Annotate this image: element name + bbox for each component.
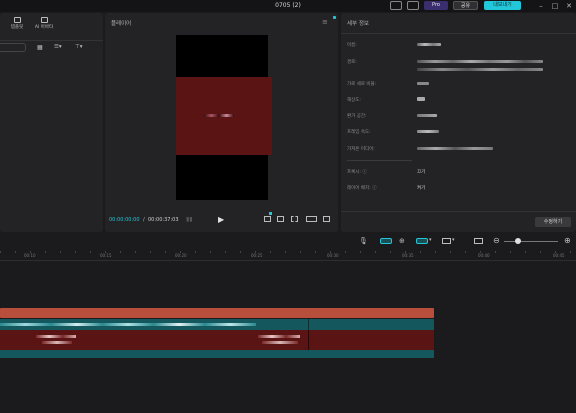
crop-icon[interactable]	[264, 216, 271, 222]
avatar-tool[interactable]: AI 아바타	[30, 17, 58, 30]
time-total: 00:00:37:03	[148, 217, 179, 223]
sort-icon[interactable]: ☰▾	[54, 44, 62, 50]
preview-quality-icon[interactable]	[277, 216, 284, 222]
ruler-tick: 00:10	[24, 253, 36, 258]
maximize-icon[interactable]: □	[548, 0, 562, 12]
detail-label: 이름:	[347, 43, 357, 48]
filter-icon[interactable]: ⊤▾	[75, 44, 83, 50]
ruler-tick: 00:40	[478, 253, 490, 258]
time-current: 00:00:00:00	[109, 217, 140, 223]
name-value	[417, 43, 441, 46]
details-title: 세부 정보	[347, 21, 369, 27]
template-tool[interactable]: 템플릿	[6, 17, 28, 30]
share-button[interactable]: 공유	[453, 1, 478, 10]
title-bar: 0705 (2) Pro 공유 내보내기 – □ ✕	[0, 0, 576, 12]
video-thumb-text-3	[258, 335, 300, 338]
orange-clip[interactable]	[0, 308, 434, 318]
ratio-icon[interactable]	[306, 216, 317, 222]
detail-label: 가로 세로 비율:	[347, 82, 377, 87]
fullscreen-crop-icon[interactable]	[291, 216, 298, 222]
imported-media-value	[417, 147, 493, 150]
video-frame	[176, 77, 272, 155]
caption-text	[0, 323, 256, 326]
zoom-out-icon[interactable]: ⊖	[493, 236, 500, 245]
player-title: 플레이어	[111, 21, 132, 27]
video-thumb-text	[36, 335, 76, 338]
video-caption	[204, 114, 234, 117]
colorspace-value	[417, 114, 437, 117]
caption-track[interactable]	[0, 319, 434, 330]
ruler-tick: 00:20	[175, 253, 187, 258]
video-thumb-text-2	[42, 341, 72, 344]
timeline-tracks	[0, 262, 576, 413]
magnet-icon[interactable]	[380, 238, 392, 244]
detail-label: 가져온 미디어:	[347, 147, 375, 152]
notification-dot	[333, 16, 336, 19]
crop-badge	[269, 212, 272, 215]
layer-value[interactable]: 켜기	[417, 185, 425, 191]
framerate-value	[417, 130, 439, 133]
divider	[347, 160, 412, 161]
detail-label: 경로:	[347, 60, 357, 65]
video-track-clip[interactable]	[0, 330, 434, 350]
detail-label: 해상도:	[347, 98, 361, 103]
path-value-2	[417, 68, 543, 71]
ruler-tick: 00:15	[100, 253, 112, 258]
proxy-label: 프록시: ⓘ	[347, 170, 367, 175]
minimize-icon[interactable]: –	[534, 0, 548, 12]
preview-axis-icon[interactable]	[442, 238, 451, 244]
snap-icon[interactable]	[416, 238, 428, 244]
details-panel: 세부 정보 이름: 경로: 가로 세로 비율: 해상도: 환가 공간: 프레임 …	[341, 13, 576, 232]
zoom-slider-handle[interactable]	[515, 238, 521, 244]
monitor-icon[interactable]	[474, 238, 483, 244]
proxy-value[interactable]: 끄기	[417, 169, 425, 175]
ratio-value	[417, 82, 429, 85]
detail-label: 프레임 속도:	[347, 130, 371, 135]
video-preview[interactable]	[176, 35, 272, 200]
layout-icon[interactable]	[390, 1, 402, 10]
edit-button[interactable]: 수정하기	[535, 217, 571, 227]
export-button[interactable]: 내보내기	[484, 1, 521, 10]
fullscreen-icon[interactable]	[323, 216, 330, 222]
video-thumb-text-4	[262, 341, 298, 344]
clip-split	[308, 330, 309, 350]
divider	[341, 211, 576, 212]
shortcut-icon[interactable]	[407, 1, 419, 10]
mic-icon[interactable]: 🎙	[359, 237, 368, 245]
divider	[341, 33, 576, 34]
ruler-tick: 00:35	[402, 253, 414, 258]
player-panel: 플레이어 ≡ 00:00:00:00 / 00:00:37:03 ▮▮ ▶	[105, 13, 338, 232]
pro-label: Pro	[432, 2, 440, 8]
close-icon[interactable]: ✕	[562, 0, 576, 12]
audio-track[interactable]	[0, 350, 434, 358]
resolution-value	[417, 97, 425, 101]
clip-split	[308, 319, 309, 330]
pro-button[interactable]: Pro	[424, 1, 448, 10]
ruler-tick: 00:25	[251, 253, 263, 258]
player-menu-icon[interactable]: ≡	[322, 18, 328, 26]
divider	[0, 40, 103, 41]
ruler-minor-ticks	[0, 251, 576, 253]
zoom-in-icon[interactable]: ⊕	[564, 236, 571, 245]
link-icon[interactable]: ⊕	[399, 237, 405, 245]
grid-view-icon[interactable]: ▦	[37, 44, 43, 51]
avatar-icon	[40, 17, 48, 23]
layer-label: 레이어 배치: ⓘ	[347, 186, 377, 191]
media-panel: 템플릿 AI 아바타 ▦ ☰▾ ⊤▾	[0, 13, 103, 232]
template-label: 템플릿	[10, 25, 24, 30]
search-input[interactable]	[0, 43, 26, 52]
avatar-label: AI 아바타	[34, 25, 54, 30]
zoom-slider[interactable]	[504, 241, 558, 242]
ruler-tick: 00:30	[327, 253, 339, 258]
template-icon	[13, 17, 21, 23]
play-icon[interactable]: ▶	[218, 215, 224, 224]
detail-label: 환가 공간:	[347, 114, 367, 119]
path-value	[417, 60, 543, 63]
export-label: 내보내기	[493, 2, 512, 8]
waveform-icon[interactable]: ▮▮	[186, 216, 193, 223]
timeline-toolbar: 🎙 ⊕ ▾ ▾ ⊖ ⊕	[0, 234, 576, 248]
timeline-ruler[interactable]: 00:10 00:15 00:20 00:25 00:30 00:35 00:4…	[0, 249, 576, 261]
ruler-tick: 00:45	[553, 253, 565, 258]
share-label: 공유	[460, 3, 471, 9]
